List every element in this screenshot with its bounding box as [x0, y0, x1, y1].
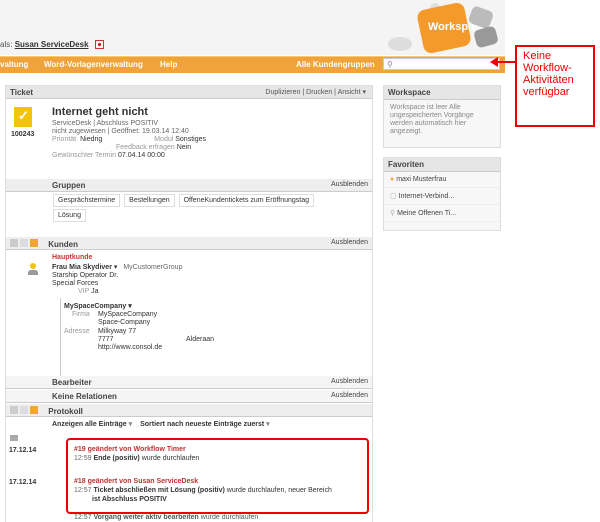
favorites-title: Favoriten	[384, 158, 500, 172]
nav-item-word-templates[interactable]: Word-Vorlagenverwaltung	[44, 60, 143, 69]
ticket-number: 100243	[11, 131, 35, 138]
chevron-down-icon[interactable]: ▾	[114, 264, 118, 271]
protocol-filters: Anzeigen alle Einträge ▾ Sortiert nach n…	[52, 421, 270, 428]
address-url-link[interactable]: http://www.consol.de	[98, 344, 162, 351]
editor-header: Bearbeiter Ausblenden	[6, 376, 372, 389]
protocol-entry-head: #18 geändert von Susan ServiceDesk	[74, 478, 199, 485]
search-icon: ⚲	[387, 60, 393, 69]
person-icon: ●	[390, 176, 395, 183]
print-button[interactable]: Drucken	[306, 89, 332, 96]
workspace-title: Workspace	[384, 86, 500, 100]
collapse-icon[interactable]	[10, 239, 18, 247]
editor-hide-button[interactable]: Ausblenden	[331, 378, 368, 385]
protocol-entry-head: #19 geändert von Workflow Timer	[74, 446, 186, 453]
ticket-actions: Duplizieren | Drucken | Ansicht ▾	[265, 89, 366, 96]
favorite-item[interactable]: ● maxi Musterfrau	[384, 172, 500, 188]
customers-hide-button[interactable]: Ausblenden	[331, 239, 368, 246]
timeline-icon	[10, 435, 18, 441]
workspace-text: Workspace ist leer Alle ungespeicherten …	[390, 104, 474, 135]
duplicate-button[interactable]: Duplizieren	[265, 89, 300, 96]
workspace-panel: Workspace Workspace ist leer Alle ungesp…	[383, 85, 501, 148]
status-check-icon: ✓	[14, 107, 32, 127]
groups-hide-button[interactable]: Ausblenden	[331, 181, 368, 188]
nav-item-help[interactable]: Help	[160, 60, 177, 69]
customer-name-link[interactable]: Frau Mia Skydiver	[52, 264, 112, 271]
group-tag[interactable]: Lösung	[53, 209, 86, 222]
view-button[interactable]: Ansicht	[338, 89, 361, 96]
protocol-folder-icon[interactable]	[30, 406, 38, 414]
search-input[interactable]: ⚲	[383, 58, 500, 70]
company-link[interactable]: MySpaceCompany	[64, 303, 126, 310]
ticket-priority: Priorität Niedrig Modul Sonstiges	[52, 136, 206, 143]
expand-icon[interactable]	[20, 406, 28, 414]
main-customer-label: Hauptkunde	[52, 254, 93, 261]
login-info: als: Susan ServiceDesk	[0, 40, 104, 50]
customers-header: Kunden Ausblenden	[6, 237, 372, 250]
ticket-header: Ticket Duplizieren | Drucken | Ansicht ▾	[6, 86, 372, 99]
groups-header: Gruppen Ausblenden	[6, 179, 372, 192]
callout-arrow	[490, 57, 516, 67]
protocol-header: Protokoll	[6, 404, 372, 417]
nav-item-verwaltung[interactable]: valtung	[0, 60, 28, 69]
protocol-entry-line: 12:57 Vorgang weiter aktiv bearbeiten wu…	[74, 514, 259, 521]
collapse-icon[interactable]	[10, 406, 18, 414]
ticket-wish-date: Gewünschter Termin 07.04.14 00:00	[52, 152, 165, 159]
protocol-sort-select[interactable]: Sortiert nach neueste Einträge zuerst	[140, 421, 264, 428]
customer-folder-icon[interactable]	[30, 239, 38, 247]
workspace-logo: Workspace	[388, 2, 498, 54]
person-icon	[28, 263, 38, 275]
ticket-title: Internet geht nicht	[52, 106, 148, 118]
group-tag[interactable]: OffeneKundentickets zum Eröffnungstag	[178, 194, 315, 207]
protocol-entry-line: 12:57 Ticket abschließen mit Lösung (pos…	[74, 487, 332, 494]
login-user-link[interactable]: Susan ServiceDesk	[15, 40, 89, 49]
groups-tags: Gesprächstermine Bestellungen OffeneKund…	[52, 193, 362, 223]
logout-icon[interactable]	[94, 40, 104, 50]
protocol-filter-select[interactable]: Anzeigen alle Einträge	[52, 421, 127, 428]
ticket-feedback: Feedback erfragen Nein	[116, 144, 192, 151]
protocol-entry-line: 12:59 Ende (positiv) wurde durchlaufen	[74, 455, 200, 462]
expand-icon[interactable]	[20, 239, 28, 247]
search-icon: ⚲	[390, 210, 396, 217]
favorite-item[interactable]: ▢ Internet-Verbind...	[384, 188, 500, 205]
chevron-down-icon[interactable]: ▾	[128, 303, 132, 310]
favorite-item[interactable]: ⚲ Meine Offenen Ti...	[384, 205, 500, 222]
ticket-icon: ▢	[390, 193, 397, 200]
nav-customer-groups[interactable]: Alle Kundengruppen	[296, 60, 375, 69]
annotation-callout: Keine Workflow-Aktivitäten verfügbar	[515, 45, 595, 127]
relations-hide-button[interactable]: Ausblenden	[331, 392, 368, 399]
group-tag[interactable]: Bestellungen	[124, 194, 175, 207]
relations-header: Keine Relationen Ausblenden	[6, 390, 372, 403]
favorites-panel: Favoriten ● maxi Musterfrau ▢ Internet-V…	[383, 157, 501, 231]
group-tag[interactable]: Gesprächstermine	[53, 194, 121, 207]
